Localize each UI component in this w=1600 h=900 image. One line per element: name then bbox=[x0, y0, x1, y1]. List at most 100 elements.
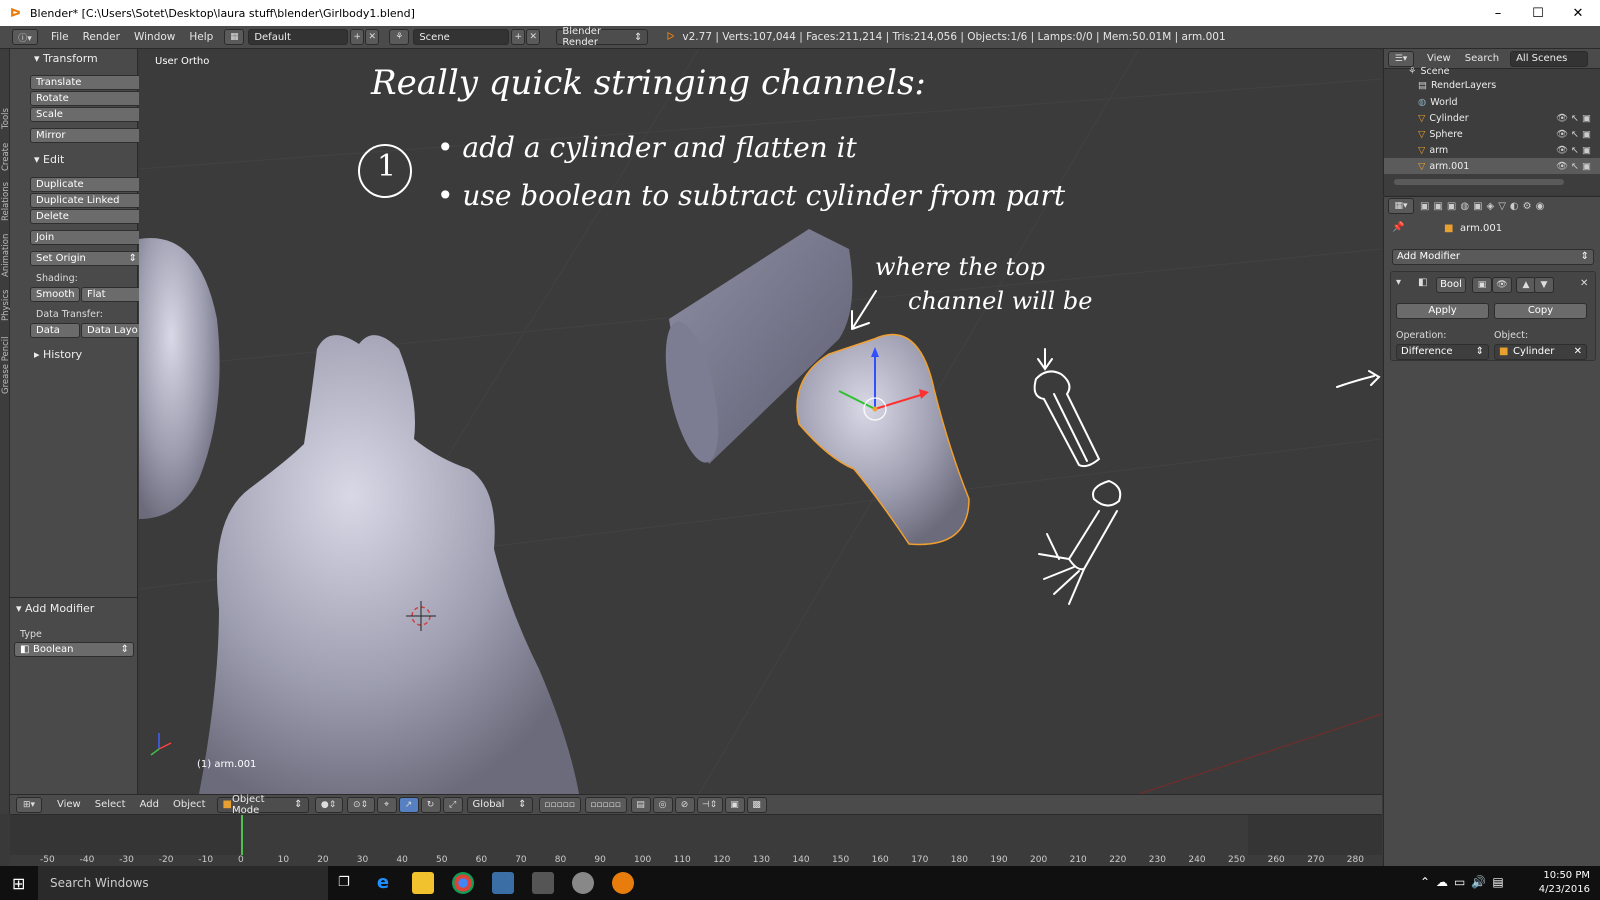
scene-field[interactable]: Scene bbox=[413, 29, 510, 45]
modifier-name-field[interactable]: Bool bbox=[1436, 277, 1466, 293]
file-explorer-icon[interactable] bbox=[412, 872, 434, 894]
visibility-icons[interactable]: 👁 ↖ ▣ bbox=[1556, 129, 1591, 140]
lock-layers-icon[interactable]: ▤ bbox=[630, 796, 651, 813]
remove-scene-icon[interactable]: ✕ bbox=[526, 29, 541, 45]
outliner-row-arm-001[interactable]: ▽ arm.001 👁 ↖ ▣ bbox=[1384, 158, 1600, 174]
menu-select[interactable]: Select bbox=[88, 799, 133, 810]
close-button[interactable]: ✕ bbox=[1558, 0, 1598, 26]
join-button[interactable]: Join bbox=[30, 230, 142, 245]
screen-layout-field[interactable]: Default bbox=[248, 29, 349, 45]
operation-dropdown[interactable]: Difference ⇕ bbox=[1396, 344, 1489, 360]
minimize-button[interactable]: – bbox=[1478, 0, 1518, 26]
translate-manipulator-icon[interactable]: ↗ bbox=[398, 796, 419, 813]
orientation-dropdown[interactable]: Global ⇕ bbox=[466, 796, 533, 813]
menu-add[interactable]: Add bbox=[133, 799, 166, 810]
editor-type-properties-icon[interactable]: ▦▾ bbox=[1388, 198, 1414, 214]
set-origin-dropdown[interactable]: Set Origin ⇕ bbox=[30, 251, 142, 266]
smooth-button[interactable]: Smooth bbox=[30, 287, 80, 302]
visibility-icons[interactable]: 👁 ↖ ▣ bbox=[1556, 145, 1591, 156]
app-icon[interactable] bbox=[572, 872, 594, 894]
3d-viewport[interactable]: User Ortho Really quick stringing channe… bbox=[139, 49, 1382, 794]
menu-render[interactable]: Render bbox=[76, 31, 127, 43]
layers-grid-2-icon[interactable]: ▫▫▫▫▫ bbox=[584, 796, 627, 813]
outliner-row-renderlayers[interactable]: ▤ RenderLayers bbox=[1384, 77, 1600, 93]
timeline-tick-label: 140 bbox=[792, 855, 810, 865]
manipulator-toggle-icon[interactable]: ⌖ bbox=[376, 796, 397, 813]
collapse-arrow-icon[interactable]: ▾ bbox=[1396, 277, 1401, 288]
maximize-button[interactable]: ☐ bbox=[1518, 0, 1558, 26]
menu-view[interactable]: View bbox=[50, 799, 88, 810]
data-layout-button[interactable]: Data Layo bbox=[81, 323, 142, 338]
add-scene-icon[interactable]: + bbox=[511, 29, 526, 45]
show-render-icon[interactable]: ▣ bbox=[1472, 277, 1492, 293]
visibility-icons[interactable]: 👁 ↖ ▣ bbox=[1556, 161, 1591, 172]
snap-toggle-icon[interactable]: ⊘ bbox=[674, 796, 695, 813]
arm-001-model[interactable] bbox=[796, 333, 970, 546]
outliner-row-sphere[interactable]: ▽ Sphere 👁 ↖ ▣ bbox=[1384, 126, 1600, 142]
pin-icon[interactable]: 📌 bbox=[1392, 222, 1404, 233]
timeline[interactable]: -50 -40 -30 -20 -10 0 10 20 30 40 50 60 70 80 90 100 110… bbox=[10, 814, 1382, 866]
remove-modifier-icon[interactable]: ✕ bbox=[1580, 278, 1588, 289]
remove-layout-icon[interactable]: ✕ bbox=[365, 29, 380, 45]
flat-button[interactable]: Flat bbox=[81, 287, 142, 302]
duplicate-button[interactable]: Duplicate bbox=[30, 177, 142, 192]
add-layout-icon[interactable]: + bbox=[350, 29, 365, 45]
render-engine-dropdown[interactable]: Blender Render ⇕ bbox=[556, 26, 649, 48]
outliner-row-world[interactable]: ◍ World bbox=[1384, 94, 1600, 110]
axis-indicator-icon bbox=[150, 733, 172, 756]
object-selector-field[interactable]: ■ Cylinder ✕ bbox=[1494, 344, 1587, 360]
rotate-manipulator-icon[interactable]: ↻ bbox=[420, 796, 441, 813]
move-up-icon[interactable]: ▲ bbox=[1516, 277, 1536, 293]
outliner-row-arm[interactable]: ▽ arm 👁 ↖ ▣ bbox=[1384, 142, 1600, 158]
apply-button[interactable]: Apply bbox=[1396, 303, 1489, 319]
chrome-browser-icon[interactable] bbox=[452, 872, 474, 894]
editor-type-3d-icon[interactable]: ⊞▾ bbox=[16, 796, 42, 813]
clear-field-icon[interactable]: ✕ bbox=[1574, 345, 1582, 359]
scale-manipulator-icon[interactable]: ⤢ bbox=[442, 796, 463, 813]
windows-start-icon[interactable]: ⊞ bbox=[12, 874, 25, 893]
outliner-row-cylinder[interactable]: ▽ Cylinder 👁 ↖ ▣ bbox=[1384, 110, 1600, 126]
viewport-shading-icon[interactable]: ●⇕ bbox=[314, 796, 343, 813]
menu-help[interactable]: Help bbox=[182, 31, 220, 43]
history-panel-header[interactable]: ▸ History bbox=[34, 348, 82, 361]
system-tray-icons[interactable]: ⌃☁▭🔊▤ bbox=[1420, 875, 1510, 889]
outliner-scrollbar[interactable] bbox=[1394, 179, 1564, 185]
transform-panel-header[interactable]: ▾ Transform bbox=[34, 52, 98, 65]
mirror-button[interactable]: Mirror bbox=[30, 128, 142, 143]
rotate-button[interactable]: Rotate bbox=[30, 91, 142, 106]
screen-layout-icon[interactable]: ▦ bbox=[224, 29, 245, 45]
menu-file[interactable]: File bbox=[44, 31, 76, 43]
delete-button[interactable]: Delete bbox=[30, 209, 142, 224]
mode-dropdown[interactable]: ■ Object Mode ⇕ bbox=[216, 794, 309, 816]
taskbar-search-box[interactable]: Search Windows bbox=[38, 866, 328, 900]
proportional-edit-icon[interactable]: ◎ bbox=[652, 796, 673, 813]
pivot-point-icon[interactable]: ⊙⇕ bbox=[346, 796, 375, 813]
properties-context-tabs[interactable]: ▣▣▣◍▣◈▽◐⚙◉ bbox=[1420, 201, 1548, 212]
editor-type-info-icon[interactable]: ⓘ▾ bbox=[12, 29, 38, 45]
task-view-icon[interactable]: ❐ bbox=[338, 875, 350, 890]
blender-stats-icon: ᐅ bbox=[666, 31, 675, 43]
photos-app-icon[interactable] bbox=[532, 872, 554, 894]
snap-element-icon[interactable]: ⊣⇕ bbox=[696, 796, 723, 813]
render-animation-icon[interactable]: ▩ bbox=[746, 796, 767, 813]
layers-grid-1-icon[interactable]: ▫▫▫▫▫ bbox=[538, 796, 581, 813]
scale-button[interactable]: Scale bbox=[30, 107, 142, 122]
edge-browser-icon[interactable]: e bbox=[372, 872, 394, 894]
paint-app-icon[interactable] bbox=[492, 872, 514, 894]
show-viewport-icon[interactable]: 👁 bbox=[1492, 277, 1512, 293]
edit-panel-header[interactable]: ▾ Edit bbox=[34, 153, 64, 166]
scene-icon[interactable]: ⚘ bbox=[389, 29, 410, 45]
move-down-icon[interactable]: ▼ bbox=[1534, 277, 1554, 293]
operator-panel-header[interactable]: ▾ Add Modifier bbox=[16, 602, 94, 615]
duplicate-linked-button[interactable]: Duplicate Linked bbox=[30, 193, 142, 208]
data-button[interactable]: Data bbox=[30, 323, 80, 338]
menu-window[interactable]: Window bbox=[127, 31, 182, 43]
blender-taskbar-icon[interactable] bbox=[612, 872, 634, 894]
visibility-icons[interactable]: 👁 ↖ ▣ bbox=[1556, 113, 1591, 124]
translate-button[interactable]: Translate bbox=[30, 75, 142, 90]
modifier-type-dropdown[interactable]: ◧ Boolean ⇕ bbox=[14, 642, 134, 657]
render-preview-icon[interactable]: ▣ bbox=[724, 796, 745, 813]
copy-button[interactable]: Copy bbox=[1494, 303, 1587, 319]
menu-object[interactable]: Object bbox=[166, 799, 213, 810]
add-modifier-dropdown[interactable]: Add Modifier ⇕ bbox=[1392, 249, 1594, 265]
